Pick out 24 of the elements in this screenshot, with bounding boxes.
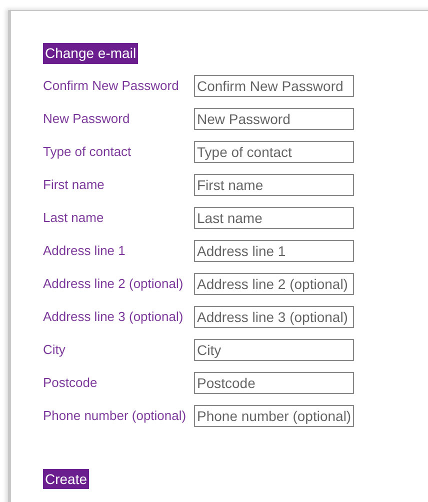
input-field[interactable]: First name [194, 174, 354, 196]
create-button[interactable]: Create [43, 469, 90, 489]
input-field[interactable]: Address line 3 (optional) [194, 306, 354, 328]
field-label: Address line 3 (optional) [43, 308, 184, 326]
field-label: New Password [43, 110, 131, 128]
input-field[interactable]: City [194, 339, 354, 361]
input-field[interactable]: New Password [194, 108, 354, 130]
field-label: Phone number (optional) [43, 407, 188, 426]
field-label: Confirm New Password [43, 77, 180, 96]
field-label: First name [43, 176, 106, 194]
input-field[interactable]: Phone number (optional) [194, 405, 354, 427]
input-field[interactable]: Confirm New Password [194, 75, 354, 97]
input-field[interactable]: Address line 2 (optional) [194, 273, 354, 295]
input-field[interactable]: Address line 1 [194, 240, 354, 262]
input-field[interactable]: Last name [194, 207, 354, 229]
field-label: Last name [43, 209, 105, 228]
field-label: Address line 1 [43, 242, 126, 260]
change-email-button[interactable]: Change e-mail [43, 43, 138, 64]
field-label: Type of contact [43, 143, 132, 162]
input-field[interactable]: Postcode [194, 372, 354, 394]
field-label: City [43, 341, 66, 360]
input-field[interactable]: Type of contact [194, 141, 354, 163]
field-label: Address line 2 (optional) [43, 275, 184, 294]
field-label: Postcode [43, 374, 98, 392]
